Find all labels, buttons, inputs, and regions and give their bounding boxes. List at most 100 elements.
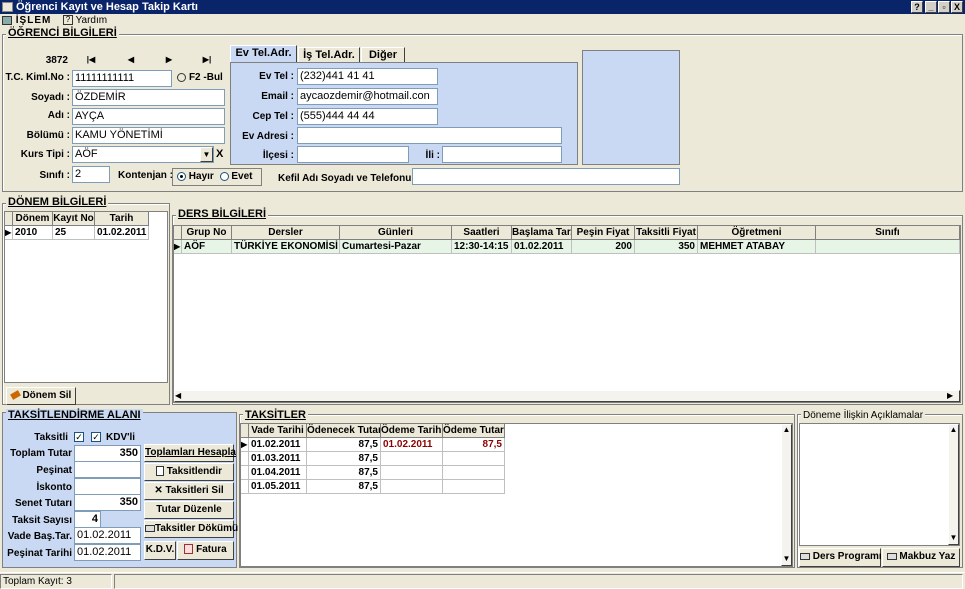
ders-col-grup[interactable]: Grup No	[182, 226, 232, 240]
record-number: 3872	[45, 55, 68, 66]
soyadi-input[interactable]: ÖZDEMİR	[72, 89, 225, 106]
tutar-duzenle-button[interactable]: Tutar Düzenle	[144, 501, 234, 519]
ders-col-ogretmen[interactable]: Öğretmeni	[698, 226, 816, 240]
taksitler-vscrollbar[interactable]: ▲ ▼	[781, 424, 792, 566]
vade-label: Vade Baş.Tar.	[7, 531, 72, 542]
pesinat-tarihi-input[interactable]: 01.02.2011	[74, 544, 141, 561]
kdvli-checkbox[interactable]: ✓	[91, 432, 101, 442]
ders-col-taksitli[interactable]: Taksitli Fiyat	[635, 226, 698, 240]
table-row[interactable]: 01.04.2011 87,5	[241, 466, 792, 480]
fatura-button[interactable]: Fatura	[177, 541, 234, 560]
taksit-col-odenecek[interactable]: Ödenecek Tutar	[307, 424, 381, 438]
makbuz-yaz-button[interactable]: Makbuz Yaz	[882, 548, 960, 567]
ders-col-sinifi[interactable]: Sınıfı	[816, 226, 960, 240]
adres-label: Ev Adresi :	[242, 131, 294, 142]
table-row[interactable]: ▶ 2010 25 01.02.2011	[5, 226, 167, 240]
kdv-button[interactable]: K.D.V.	[144, 541, 176, 560]
il-input[interactable]	[442, 146, 562, 163]
tab-is-tel-adr[interactable]: İş Tel.Adr.	[298, 47, 360, 63]
kdvli-label: KDV'li	[106, 432, 136, 443]
vade-input[interactable]: 01.02.2011	[74, 527, 141, 544]
ders-programi-button[interactable]: Ders Programı	[799, 548, 882, 567]
status-bar: Toplam Kayıt: 3	[0, 572, 965, 589]
print-icon	[886, 552, 897, 560]
email-input[interactable]: aycaozdemir@hotmail.con	[297, 88, 438, 105]
toplam-kayit-status: Toplam Kayıt: 3	[0, 574, 112, 589]
ders-hscrollbar[interactable]: ◀ ▶	[174, 390, 960, 402]
tab-diger[interactable]: Diğer	[361, 47, 405, 63]
taksitler-dokumu-button[interactable]: Taksitler Dökümü	[144, 520, 238, 538]
tc-input[interactable]: 11111111111	[72, 70, 172, 87]
minimize-button[interactable]: _	[925, 1, 937, 13]
nav-first-button[interactable]: |◀	[72, 53, 110, 69]
nav-last-button[interactable]: ▶|	[188, 53, 226, 69]
taksit-sayisi-input[interactable]: 4	[74, 511, 101, 528]
ders-grid: Grup No Dersler Günleri Saatleri Başlama…	[173, 225, 961, 403]
kurs-tipi-label: Kurs Tipi :	[20, 149, 70, 160]
pesinat-input[interactable]	[74, 461, 141, 478]
donem-header-row: Dönem Kayıt No Tarih	[5, 212, 167, 226]
row-pointer-icon: ▶	[5, 226, 13, 240]
toplam-label: Toplam Tutar	[10, 448, 72, 459]
kefil-input[interactable]	[412, 168, 680, 185]
help-icon: ?	[63, 15, 73, 26]
nav-next-button[interactable]: ▶	[150, 53, 188, 69]
ders-col-pesin[interactable]: Peşin Fiyat	[572, 226, 635, 240]
taksitlendir-button[interactable]: Taksitlendir	[144, 463, 234, 481]
ilce-input[interactable]	[297, 146, 409, 163]
menu-bar: İŞLEM ? Yardım	[0, 14, 965, 28]
toplam-input[interactable]: 350	[74, 445, 141, 462]
menu-islem[interactable]: İŞLEM	[2, 14, 51, 28]
aciklama-vscrollbar[interactable]: ▲ ▼	[948, 424, 959, 545]
taksitli-checkbox[interactable]: ✓	[74, 432, 84, 442]
taksitleri-sil-button[interactable]: ✕ Taksitleri Sil	[144, 482, 234, 500]
donem-col-tarih[interactable]: Tarih	[95, 212, 149, 226]
maximize-button[interactable]: ▫	[938, 1, 950, 13]
help-button[interactable]: ?	[911, 1, 923, 13]
chevron-down-icon[interactable]: ▼	[200, 147, 213, 162]
taksit-col-odeme-tutari[interactable]: Ödeme Tutarı	[443, 424, 505, 438]
aciklama-textarea[interactable]	[799, 423, 960, 546]
f2-bul-button[interactable]: F2 -Bul	[174, 70, 226, 88]
app-icon	[2, 2, 13, 12]
bolumu-input[interactable]: KAMU YÖNETİMİ	[72, 127, 225, 144]
iskonto-label: İskonto	[36, 482, 72, 493]
nav-prev-button[interactable]: ◀	[112, 53, 150, 69]
document-icon	[155, 466, 164, 477]
kurs-clear-button[interactable]: X	[216, 148, 223, 160]
senet-input[interactable]: 350	[74, 494, 141, 511]
donem-col-kayitno[interactable]: Kayıt No	[53, 212, 95, 226]
kontenjan-radio-group: Hayır Evet	[172, 168, 262, 186]
adi-input[interactable]: AYÇA	[72, 108, 225, 125]
ders-col-gunleri[interactable]: Günleri	[340, 226, 452, 240]
table-row[interactable]: ▶ 01.02.2011 87,5 01.02.2011 87,5	[241, 438, 792, 452]
toplamlari-hesapla-button[interactable]: Toplamları Hesapla	[144, 444, 236, 462]
hayir-radio[interactable]	[177, 171, 186, 181]
tab-ev-tel-adr[interactable]: Ev Tel.Adr.	[230, 45, 297, 63]
adi-label: Adı :	[47, 110, 70, 121]
iskonto-input[interactable]	[74, 478, 141, 495]
ceptel-input[interactable]: (555)444 44 44	[297, 108, 438, 125]
table-row[interactable]: 01.05.2011 87,5	[241, 480, 792, 494]
close-button[interactable]: X	[951, 1, 963, 13]
menu-yardim[interactable]: ? Yardım	[63, 14, 107, 28]
ders-col-dersler[interactable]: Dersler	[232, 226, 340, 240]
delete-icon: ✕	[154, 485, 163, 496]
adres-input[interactable]	[297, 127, 562, 144]
print-icon	[800, 552, 810, 560]
taksit-col-vade[interactable]: Vade Tarihi	[249, 424, 307, 438]
table-row[interactable]: 01.03.2011 87,5	[241, 452, 792, 466]
sinif-input[interactable]: 2	[72, 166, 110, 183]
donem-col-donem[interactable]: Dönem	[13, 212, 53, 226]
donem-sil-button[interactable]: Dönem Sil	[6, 387, 76, 405]
taksit-col-odeme-tarihi[interactable]: Ödeme Tarihi	[381, 424, 443, 438]
kurs-tipi-select[interactable]: AÖF	[72, 146, 214, 163]
photo-frame[interactable]	[582, 50, 680, 165]
evet-radio[interactable]	[219, 171, 229, 181]
evtel-input[interactable]: (232)441 41 41	[297, 68, 438, 85]
ders-col-baslama[interactable]: Başlama Tar.	[512, 226, 572, 240]
ders-col-saatleri[interactable]: Saatleri	[452, 226, 512, 240]
table-row[interactable]: ▶ AÖF TÜRKİYE EKONOMİSİ Cumartesi-Pazar …	[174, 240, 960, 254]
ogrenci-title: ÖĞRENCİ BİLGİLERİ	[6, 27, 119, 39]
il-label: İli :	[425, 150, 440, 161]
